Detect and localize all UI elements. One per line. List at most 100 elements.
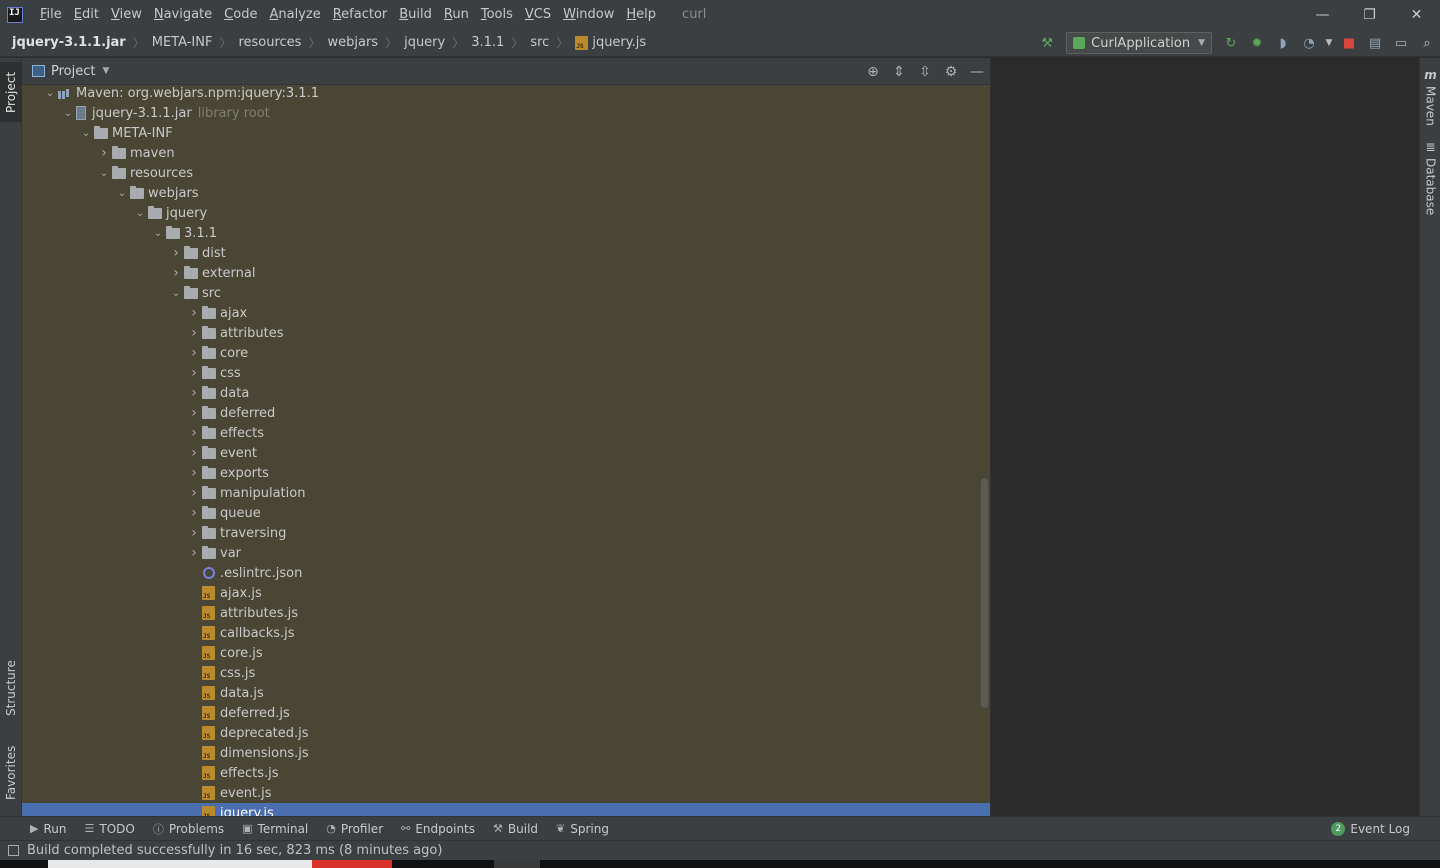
- tool-profiler[interactable]: ◔ Profiler: [326, 822, 383, 836]
- gear-icon[interactable]: ⚙: [938, 58, 964, 85]
- chevron-down-icon[interactable]: ⌄: [78, 123, 94, 143]
- rerun-icon[interactable]: ↻: [1218, 29, 1244, 57]
- close-button[interactable]: ✕: [1393, 0, 1440, 29]
- breadcrumb-item[interactable]: META-INF: [152, 35, 213, 50]
- expand-all-icon[interactable]: ⇕: [886, 58, 912, 85]
- chevron-right-icon[interactable]: ›: [186, 483, 202, 503]
- tree-item[interactable]: event.js: [22, 783, 990, 803]
- chevron-down-icon[interactable]: ⌄: [168, 283, 184, 303]
- tree-item[interactable]: ⌄ jquery: [22, 203, 990, 223]
- chevron-right-icon[interactable]: ›: [186, 363, 202, 383]
- chevron-down-icon[interactable]: ▼: [102, 66, 109, 76]
- tree-item[interactable]: jquery.js: [22, 803, 990, 816]
- tool-run[interactable]: ▶ Run: [30, 822, 66, 836]
- tree-item[interactable]: › deferred: [22, 403, 990, 423]
- taskbar-item[interactable]: [48, 860, 312, 868]
- tree-item[interactable]: ⌄ src: [22, 283, 990, 303]
- menu-edit[interactable]: Edit: [68, 0, 105, 29]
- hide-panel-icon[interactable]: —: [964, 58, 990, 85]
- chevron-down-icon[interactable]: ⌄: [114, 183, 130, 203]
- chevron-right-icon[interactable]: ›: [186, 343, 202, 363]
- tree-item[interactable]: › core: [22, 343, 990, 363]
- tree-item[interactable]: .eslintrc.json: [22, 563, 990, 583]
- project-panel-title[interactable]: Project: [51, 64, 95, 79]
- breadcrumb-item[interactable]: webjars: [327, 35, 378, 50]
- tree-item[interactable]: dimensions.js: [22, 743, 990, 763]
- chevron-right-icon[interactable]: ›: [186, 523, 202, 543]
- tool-event-log[interactable]: 2 Event Log: [1331, 817, 1410, 841]
- tree-item[interactable]: › external: [22, 263, 990, 283]
- tab-maven[interactable]: m Maven: [1420, 68, 1440, 128]
- menu-navigate[interactable]: Navigate: [148, 0, 218, 29]
- tree-item[interactable]: data.js: [22, 683, 990, 703]
- tree-item[interactable]: ⌄ META-INF: [22, 123, 990, 143]
- menu-tools[interactable]: Tools: [475, 0, 519, 29]
- chevron-down-icon[interactable]: ⌄: [132, 203, 148, 223]
- chevron-right-icon[interactable]: ›: [186, 503, 202, 523]
- breadcrumb-item-file[interactable]: jquery.js: [575, 35, 646, 50]
- tab-database[interactable]: ≣ Database: [1420, 140, 1440, 215]
- menu-refactor[interactable]: Refactor: [327, 0, 394, 29]
- tool-endpoints[interactable]: ⚯ Endpoints: [401, 822, 475, 836]
- build-hammer-icon[interactable]: ⚒: [1034, 29, 1060, 57]
- collapse-all-icon[interactable]: ⇳: [912, 58, 938, 85]
- debug-bug-icon[interactable]: ✹: [1244, 29, 1270, 57]
- chevron-right-icon[interactable]: ›: [168, 263, 184, 283]
- menu-vcs[interactable]: VCS: [519, 0, 557, 29]
- menu-help[interactable]: Help: [620, 0, 662, 29]
- chevron-right-icon[interactable]: ›: [186, 463, 202, 483]
- tree-item[interactable]: ajax.js: [22, 583, 990, 603]
- tree-item[interactable]: ⌄ resources: [22, 163, 990, 183]
- stop-icon[interactable]: ■: [1336, 29, 1362, 57]
- tree-item[interactable]: ⌄ 3.1.1: [22, 223, 990, 243]
- run-configuration-selector[interactable]: CurlApplication ▼: [1066, 32, 1212, 54]
- tree-item[interactable]: ⌄ jquery-3.1.1.jar library root: [22, 103, 990, 123]
- tool-build[interactable]: ⚒ Build: [493, 822, 538, 836]
- chevron-right-icon[interactable]: ›: [186, 403, 202, 423]
- breadcrumb-item[interactable]: resources: [238, 35, 301, 50]
- tree-item[interactable]: › ajax: [22, 303, 990, 323]
- chevron-right-icon[interactable]: ›: [96, 143, 112, 163]
- chevron-right-icon[interactable]: ›: [186, 323, 202, 343]
- tree-item[interactable]: › attributes: [22, 323, 990, 343]
- tree-item[interactable]: callbacks.js: [22, 623, 990, 643]
- toggle-tool-windows-icon[interactable]: [8, 845, 19, 856]
- tree-item[interactable]: › manipulation: [22, 483, 990, 503]
- menu-analyze[interactable]: Analyze: [263, 0, 326, 29]
- breadcrumb-item[interactable]: 3.1.1: [471, 35, 504, 50]
- tree-item[interactable]: › var: [22, 543, 990, 563]
- tab-structure[interactable]: Structure: [0, 652, 22, 724]
- profile-icon[interactable]: ◔: [1296, 29, 1322, 57]
- tree-item[interactable]: effects.js: [22, 763, 990, 783]
- chevron-right-icon[interactable]: ›: [168, 243, 184, 263]
- breadcrumb-item[interactable]: jquery-3.1.1.jar: [12, 35, 126, 50]
- project-structure-icon[interactable]: ▤: [1362, 29, 1388, 57]
- chevron-down-icon[interactable]: ▼: [1322, 29, 1336, 57]
- chevron-right-icon[interactable]: ›: [186, 303, 202, 323]
- minimize-button[interactable]: —: [1299, 0, 1346, 29]
- tree-item[interactable]: deprecated.js: [22, 723, 990, 743]
- chevron-right-icon[interactable]: ›: [186, 543, 202, 563]
- tool-spring[interactable]: ❦ Spring: [556, 822, 609, 836]
- taskbar-item[interactable]: [312, 860, 392, 868]
- menu-run[interactable]: Run: [438, 0, 475, 29]
- search-icon[interactable]: ⌕: [1414, 29, 1440, 57]
- tree-item[interactable]: › maven: [22, 143, 990, 163]
- tree-scrollbar[interactable]: [981, 478, 988, 708]
- tree-item[interactable]: css.js: [22, 663, 990, 683]
- menu-build[interactable]: Build: [393, 0, 438, 29]
- locate-file-icon[interactable]: ⊕: [860, 58, 886, 85]
- coverage-icon[interactable]: ◗: [1270, 29, 1296, 57]
- tree-item[interactable]: core.js: [22, 643, 990, 663]
- tool-todo[interactable]: ☰ TODO: [84, 822, 134, 836]
- breadcrumb-item[interactable]: src: [530, 35, 549, 50]
- chevron-right-icon[interactable]: ›: [186, 383, 202, 403]
- taskbar-item[interactable]: [494, 860, 540, 868]
- tool-problems[interactable]: ⓘ Problems: [153, 821, 224, 837]
- tree-item[interactable]: › data: [22, 383, 990, 403]
- tree-item[interactable]: › css: [22, 363, 990, 383]
- restore-button[interactable]: ❐: [1346, 0, 1393, 29]
- tree-item[interactable]: › queue: [22, 503, 990, 523]
- tree-item[interactable]: ⌄ webjars: [22, 183, 990, 203]
- menu-code[interactable]: Code: [218, 0, 263, 29]
